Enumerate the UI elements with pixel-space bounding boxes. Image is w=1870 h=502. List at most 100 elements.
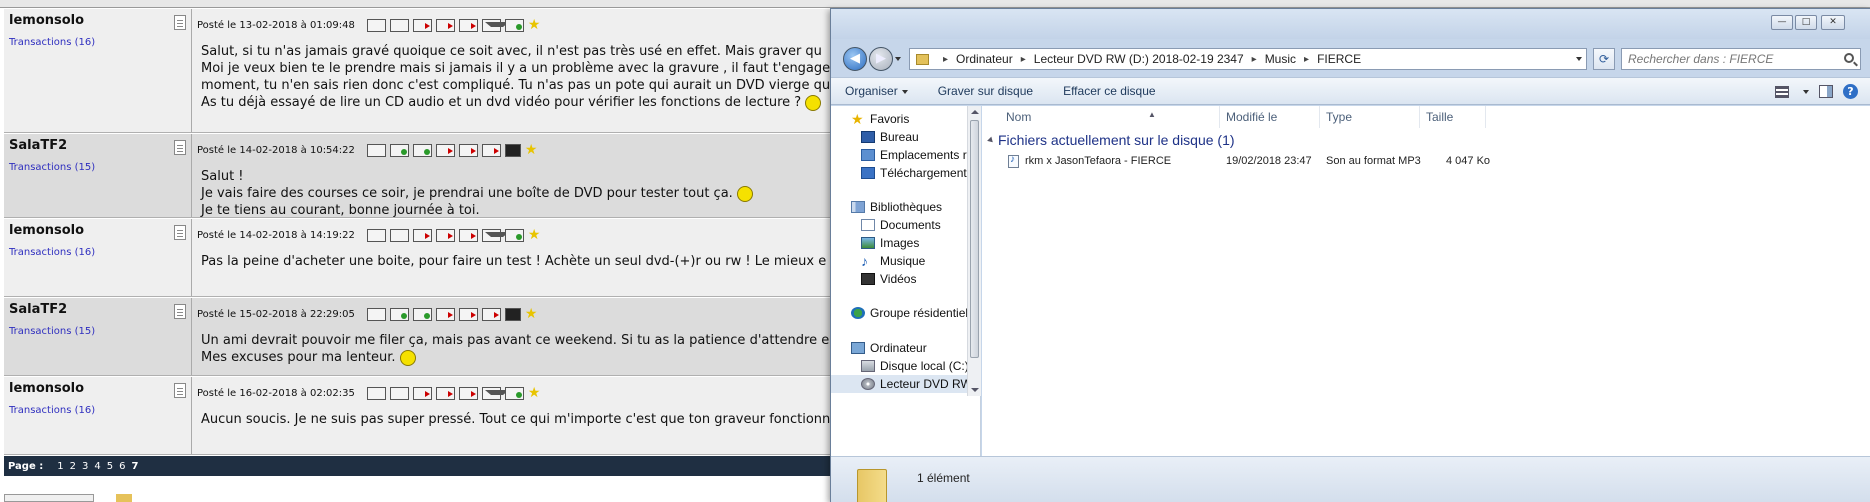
edit-pencil-icon[interactable] xyxy=(412,143,432,157)
breadcrumb-separator[interactable]: ▸ xyxy=(1021,54,1026,65)
forward-button[interactable]: ▶ xyxy=(869,47,893,71)
nav-music[interactable]: ♪ Musique xyxy=(831,252,981,270)
scroll-down-icon[interactable] xyxy=(971,388,979,392)
nav-favorites[interactable]: ★ Favoris xyxy=(831,110,981,128)
profile-card-icon[interactable] xyxy=(366,228,386,242)
quote-icon[interactable] xyxy=(412,228,432,242)
page-link[interactable]: 2 xyxy=(70,461,76,472)
preview-pane-icon[interactable] xyxy=(1819,85,1833,98)
edit-pencil-icon[interactable] xyxy=(412,307,432,321)
user-add-icon[interactable] xyxy=(504,18,524,32)
window-titlebar[interactable]: — □ ✕ xyxy=(831,9,1870,39)
message-icon[interactable] xyxy=(481,228,509,242)
page-link[interactable]: 1 xyxy=(57,461,63,472)
history-dropdown-icon[interactable] xyxy=(895,57,901,61)
scrollbar-thumb[interactable] xyxy=(970,120,979,358)
user-add-icon[interactable] xyxy=(504,228,524,242)
forum-bottom-button[interactable] xyxy=(4,494,94,502)
post-author[interactable]: SalaTF2 xyxy=(9,302,67,317)
post-author[interactable]: lemonsolo xyxy=(9,381,84,396)
star-icon[interactable]: ★ xyxy=(525,143,538,157)
profile-doc-icon[interactable] xyxy=(174,304,186,319)
reply-icon[interactable] xyxy=(435,18,455,32)
transactions-link[interactable]: Transactions (15) xyxy=(9,326,95,337)
column-header-size[interactable]: Taille xyxy=(1420,106,1486,128)
breadcrumb-dvd-drive[interactable]: Lecteur DVD RW (D:) 2018-02-19 2347 xyxy=(1034,52,1244,66)
scroll-up-icon[interactable] xyxy=(971,110,979,114)
reply-icon[interactable] xyxy=(458,143,478,157)
nav-computer[interactable]: Ordinateur xyxy=(831,339,981,357)
post-author[interactable]: lemonsolo xyxy=(9,223,84,238)
refresh-icon[interactable]: ⟳ xyxy=(1593,48,1615,70)
breadcrumb-computer[interactable]: Ordinateur xyxy=(956,52,1013,66)
column-header-type[interactable]: Type xyxy=(1320,106,1420,128)
help-icon[interactable]: ? xyxy=(1843,84,1858,99)
file-row[interactable]: rkm x JasonTefaora - FIERCE 19/02/2018 2… xyxy=(1008,152,1508,170)
minimize-button[interactable]: — xyxy=(1771,15,1793,30)
transactions-link[interactable]: Transactions (15) xyxy=(9,162,95,173)
profile-card-icon[interactable] xyxy=(366,386,386,400)
nav-videos[interactable]: Vidéos xyxy=(831,270,981,288)
reply-icon[interactable] xyxy=(458,307,478,321)
column-header-modified[interactable]: Modifié le xyxy=(1220,106,1320,128)
message-icon[interactable] xyxy=(481,386,509,400)
nav-local-disk[interactable]: Disque local (C:) xyxy=(831,357,981,375)
quote-icon[interactable] xyxy=(412,18,432,32)
post-author[interactable]: lemonsolo xyxy=(9,13,84,28)
star-icon[interactable]: ★ xyxy=(528,18,541,32)
group-header[interactable]: Fichiers actuellement sur le disque (1) xyxy=(998,132,1235,148)
erase-disc-button[interactable]: Effacer ce disque xyxy=(1063,84,1156,98)
nav-images[interactable]: Images xyxy=(831,234,981,252)
close-button[interactable]: ✕ xyxy=(1821,15,1845,30)
breadcrumb-fierce[interactable]: FIERCE xyxy=(1317,52,1361,66)
column-header-name[interactable]: Nom ▲ xyxy=(1000,106,1220,128)
quote-icon[interactable] xyxy=(412,386,432,400)
monitor-icon[interactable] xyxy=(504,307,521,321)
edit-icon[interactable] xyxy=(481,307,501,321)
profile-card-icon[interactable] xyxy=(366,18,386,32)
profile-card-icon[interactable] xyxy=(366,143,386,157)
transactions-link[interactable]: Transactions (16) xyxy=(9,37,95,48)
transactions-link[interactable]: Transactions (16) xyxy=(9,405,95,416)
nav-libraries[interactable]: Bibliothèques xyxy=(831,198,981,216)
quote-icon[interactable] xyxy=(435,307,455,321)
address-bar[interactable]: ▸ Ordinateur ▸ Lecteur DVD RW (D:) 2018-… xyxy=(909,48,1587,70)
profile-doc-icon[interactable] xyxy=(174,15,186,30)
nav-documents[interactable]: Documents xyxy=(831,216,981,234)
back-button[interactable]: ◀ xyxy=(843,47,867,71)
edit-pencil-icon[interactable] xyxy=(389,143,409,157)
post-author[interactable]: SalaTF2 xyxy=(9,138,67,153)
contact-icon[interactable] xyxy=(389,228,409,242)
change-view-icon[interactable] xyxy=(1775,85,1789,98)
star-icon[interactable]: ★ xyxy=(528,228,541,242)
edit-icon[interactable] xyxy=(481,143,501,157)
profile-doc-icon[interactable] xyxy=(174,140,186,155)
star-icon[interactable]: ★ xyxy=(528,386,541,400)
nav-dvd-drive[interactable]: Lecteur DVD RW xyxy=(831,375,981,393)
profile-card-icon[interactable] xyxy=(366,307,386,321)
edit-icon[interactable] xyxy=(458,18,478,32)
breadcrumb-separator[interactable]: ▸ xyxy=(943,54,948,65)
address-dropdown-icon[interactable] xyxy=(1576,57,1582,61)
burn-to-disc-button[interactable]: Graver sur disque xyxy=(938,84,1033,98)
page-link[interactable]: 7 xyxy=(131,461,138,472)
edit-icon[interactable] xyxy=(458,386,478,400)
nav-homegroup[interactable]: Groupe résidentiel xyxy=(831,304,981,322)
search-input[interactable]: Rechercher dans : FIERCE xyxy=(1621,48,1861,70)
quote-icon[interactable] xyxy=(435,143,455,157)
star-icon[interactable]: ★ xyxy=(525,307,538,321)
page-link[interactable]: 6 xyxy=(119,461,125,472)
breadcrumb-separator[interactable]: ▸ xyxy=(1304,54,1309,65)
reply-icon[interactable] xyxy=(435,228,455,242)
page-link[interactable]: 4 xyxy=(94,461,100,472)
maximize-button[interactable]: □ xyxy=(1795,15,1817,30)
contact-icon[interactable] xyxy=(389,18,409,32)
nav-desktop[interactable]: Bureau xyxy=(831,128,981,146)
edit-pencil-icon[interactable] xyxy=(389,307,409,321)
reply-icon[interactable] xyxy=(435,386,455,400)
nav-scrollbar[interactable] xyxy=(967,106,981,396)
user-add-icon[interactable] xyxy=(504,386,524,400)
nav-recent-places[interactable]: Emplacements ré xyxy=(831,146,981,164)
organize-menu-button[interactable]: Organiser xyxy=(845,84,908,98)
breadcrumb-separator[interactable]: ▸ xyxy=(1252,54,1257,65)
